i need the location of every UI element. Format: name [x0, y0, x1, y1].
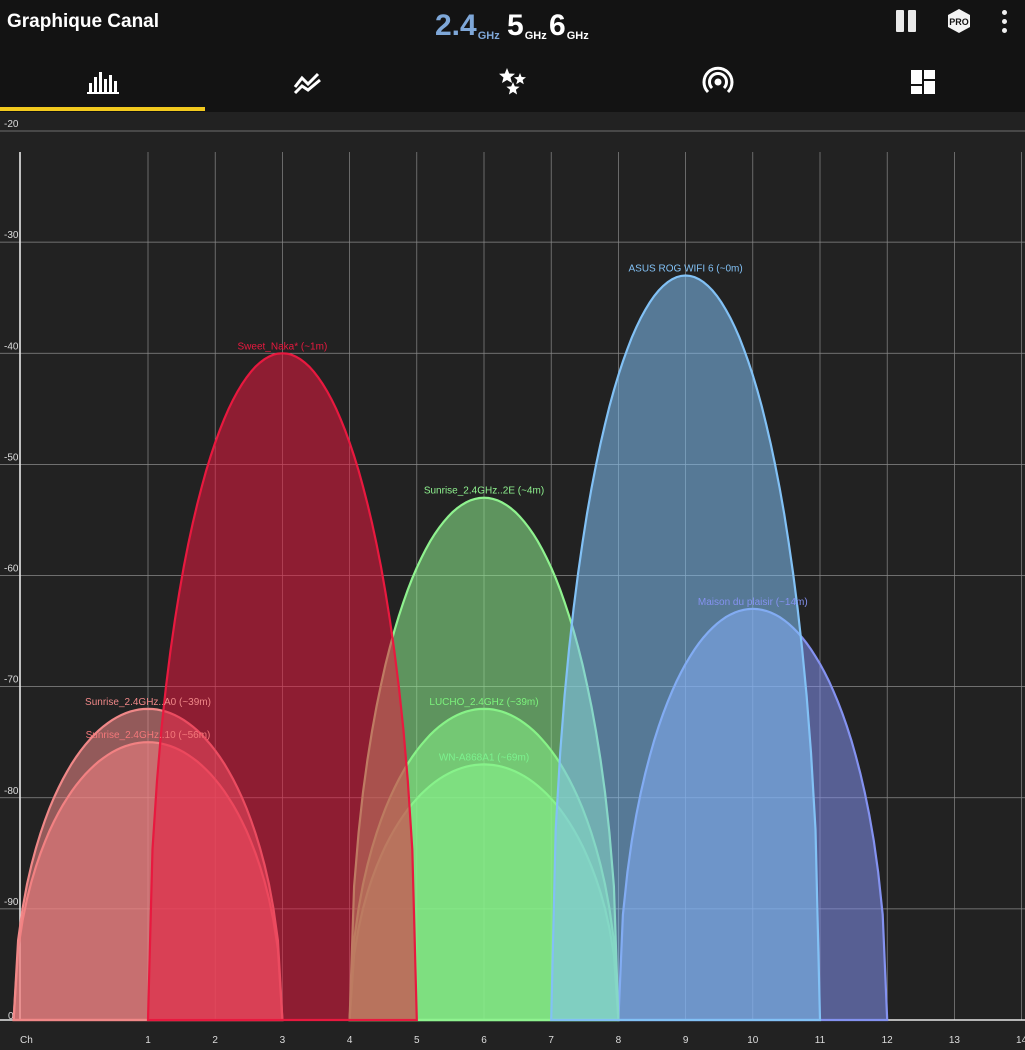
x-tick-label: 4: [347, 1035, 353, 1045]
channel-graph-chart: -20 -30 -40 -50 -60 -70 -80 -90 1 2 3 4 5 6 7 8 9 10 11 12 1…: [0, 112, 1025, 1046]
app-bar: Graphique Canal 2.4GHz 5GHz 6GHz PRO: [0, 0, 1025, 112]
pause-icon[interactable]: [895, 10, 919, 32]
network-label: LUCHO_2.4GHz (~39m): [429, 697, 538, 708]
band-unit: GHz: [524, 30, 547, 42]
pro-badge-button[interactable]: PRO: [946, 8, 972, 34]
x-tick-label: 1: [145, 1035, 151, 1045]
x-tick-label: 14: [1016, 1035, 1025, 1045]
pro-hexagon-icon: PRO: [948, 9, 970, 33]
x-tick-label: 2: [212, 1035, 218, 1045]
network-label: Sunrise_2.4GHz..A0 (~39m): [85, 697, 211, 708]
x-tick-label: 3: [280, 1035, 286, 1045]
network-label: Maison du plaisir (~14m): [698, 597, 808, 608]
band-5ghz-button[interactable]: 5GHz: [507, 6, 547, 46]
more-options-icon[interactable]: [998, 10, 1010, 34]
bar-chart-icon: [86, 72, 119, 94]
x-tick-label: 7: [548, 1035, 554, 1045]
network-signal-arch: [146, 352, 418, 1022]
pro-label: PRO: [949, 17, 969, 27]
access-point-icon: [702, 66, 733, 94]
y-tick-label: -90: [4, 897, 19, 908]
band-value: 5: [507, 9, 524, 42]
network-label: Sunrise_2.4GHz..10 (~56m): [86, 730, 211, 741]
x-tick-label: 5: [414, 1035, 420, 1045]
network-label: WN-A868A1 (~69m): [439, 752, 529, 763]
page-title: Graphique Canal: [7, 11, 160, 32]
band-selector: 2.4GHz 5GHz 6GHz: [435, 6, 605, 50]
y-tick-label: -80: [4, 786, 19, 797]
band-unit: GHz: [477, 30, 500, 42]
band-2-4ghz-button[interactable]: 2.4GHz: [435, 6, 500, 46]
x-tick-label: 12: [882, 1035, 894, 1045]
tab-access-points[interactable]: [615, 56, 820, 108]
band-unit: GHz: [566, 30, 589, 42]
band-6ghz-button[interactable]: 6GHz: [549, 6, 589, 46]
network-label: Sweet_Naka* (~1m): [238, 341, 328, 352]
x-tick-label: 8: [616, 1035, 622, 1045]
trend-graph-icon: [293, 72, 321, 95]
x-tick-label: 11: [815, 1035, 826, 1045]
rating-stars-icon: [498, 68, 526, 95]
dashboard-grid-icon: [910, 70, 935, 94]
x-tick-label: 6: [481, 1035, 487, 1045]
tab-channel-graph[interactable]: [0, 56, 205, 108]
y-tick-label: -30: [4, 230, 19, 241]
network-label: ASUS ROG WIFI 6 (~0m): [629, 263, 743, 274]
chart-svg: -20-30-40-50-60-70-80-901 2 3 4 5 6 7 8 9 10 11 12 1…: [0, 119, 1025, 1046]
active-tab-indicator: [0, 107, 205, 111]
tab-bar: [0, 56, 1025, 112]
band-value: 6: [549, 9, 566, 42]
y-tick-label: -60: [4, 564, 19, 575]
tab-dashboard[interactable]: [820, 56, 1025, 108]
tab-channel-rating[interactable]: [410, 56, 615, 108]
y-tick-label: -40: [4, 341, 19, 352]
y-tick-label: -70: [4, 675, 19, 686]
y-tick-label: -50: [4, 452, 19, 463]
network-label: Sunrise_2.4GHz..2E (~4m): [424, 486, 544, 497]
x-tick-label: 13: [949, 1035, 961, 1045]
x-axis-label: Ch: [20, 1035, 33, 1045]
tab-time-graph[interactable]: [205, 56, 410, 108]
y-tick-label: -20: [4, 119, 19, 130]
band-value: 2.4: [435, 9, 477, 42]
x-tick-label: 10: [747, 1035, 759, 1045]
network-signal-arch: [550, 274, 822, 1022]
x-tick-label: 9: [683, 1035, 689, 1045]
